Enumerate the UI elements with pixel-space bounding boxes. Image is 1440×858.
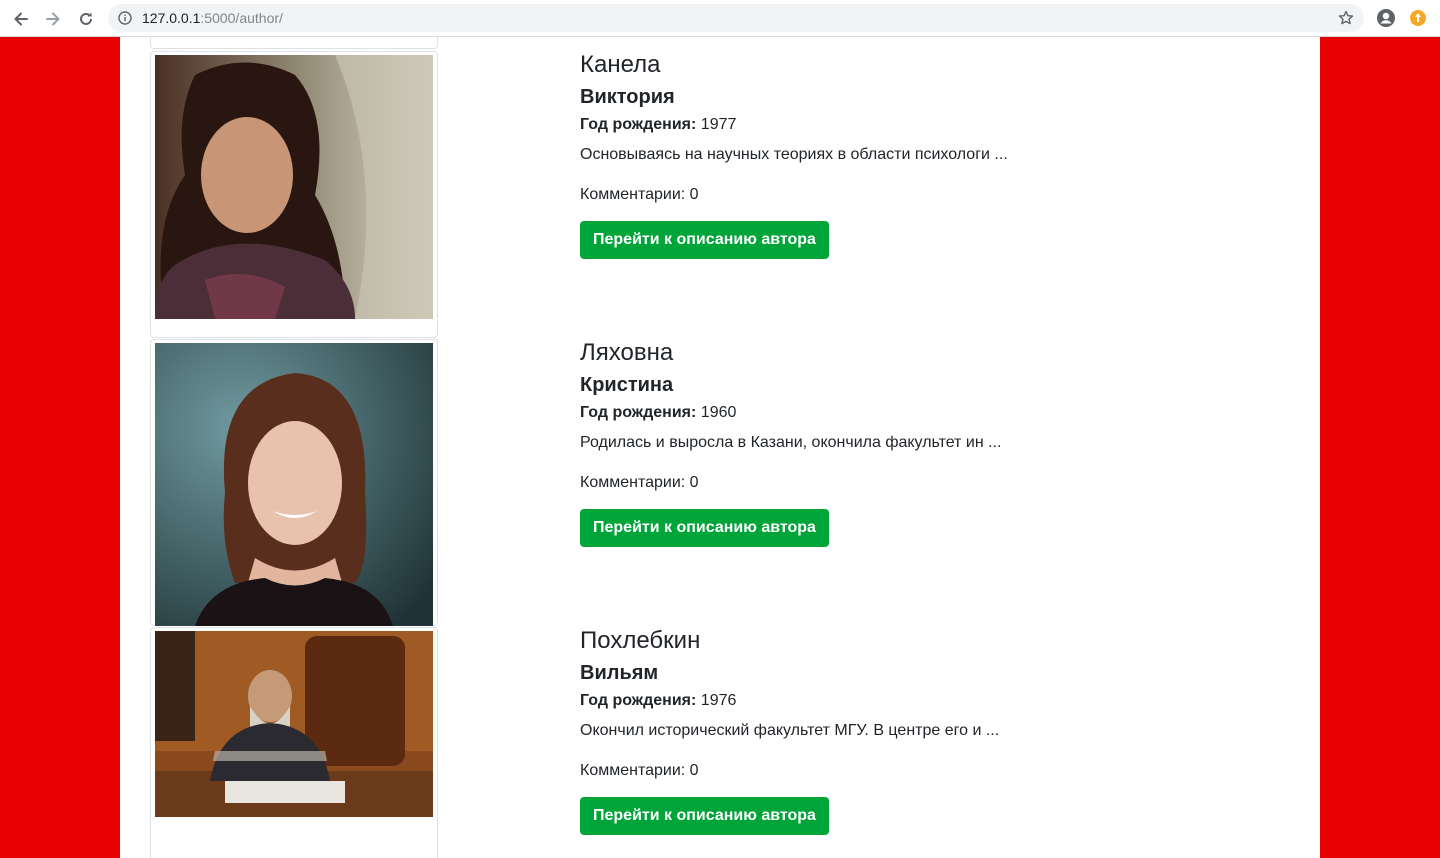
birth-year-value: 1976 <box>700 692 737 709</box>
author-birth-year: Год рождения: 1976 <box>580 691 1180 711</box>
author-photo <box>155 631 433 817</box>
author-info: Похлебкин Вильям Год рождения: 1976 Окон… <box>580 627 1180 835</box>
bookmark-star-icon[interactable] <box>1338 10 1354 31</box>
author-first-name: Виктория <box>580 86 675 108</box>
forward-button[interactable] <box>42 8 64 30</box>
page-side-left <box>0 37 120 858</box>
author-photo-card <box>150 339 438 626</box>
author-surname: Ляховна <box>580 339 674 366</box>
author-card-previous <box>150 37 438 49</box>
author-photo <box>155 343 433 626</box>
comments-label: Комментарии: <box>580 474 686 491</box>
birth-year-label: Год рождения: <box>580 692 697 709</box>
arrow-right-icon <box>46 12 60 26</box>
author-info: Канела Виктория Год рождения: 1977 Основ… <box>580 51 1180 259</box>
comments-count: 0 <box>689 186 699 203</box>
author-first-name: Вильям <box>580 662 659 684</box>
author-first-name: Кристина <box>580 374 674 396</box>
url-path: :5000/author/ <box>200 10 283 26</box>
birth-year-value: 1977 <box>700 116 737 133</box>
url-host: 127.0.0.1 <box>142 10 201 26</box>
author-surname: Похлебкин <box>580 627 701 654</box>
comments-count: 0 <box>689 762 699 779</box>
info-icon[interactable] <box>118 11 132 30</box>
view-author-button[interactable]: Перейти к описанию автора <box>580 221 829 259</box>
author-birth-year: Год рождения: 1977 <box>580 115 1180 135</box>
arrow-left-icon <box>14 12 28 26</box>
extension-icon[interactable] <box>1409 9 1427 32</box>
comments-label: Комментарии: <box>580 186 686 203</box>
comments-label: Комментарии: <box>580 762 686 779</box>
address-bar[interactable]: 127.0.0.1:5000/author/ <box>108 4 1364 32</box>
authors-list: Канела Виктория Год рождения: 1977 Основ… <box>120 37 1320 858</box>
author-birth-year: Год рождения: 1960 <box>580 403 1180 423</box>
browser-toolbar: 127.0.0.1:5000/author/ <box>0 0 1440 37</box>
view-author-button[interactable]: Перейти к описанию автора <box>580 797 829 835</box>
birth-year-label: Год рождения: <box>580 116 697 133</box>
reload-button[interactable] <box>75 8 97 30</box>
author-bio-excerpt: Основываясь на научных теориях в области… <box>580 146 1008 163</box>
back-button[interactable] <box>10 8 32 30</box>
author-photo-card <box>150 627 438 858</box>
comments-count: 0 <box>689 474 699 491</box>
profile-avatar-icon[interactable] <box>1376 8 1396 33</box>
author-comments: Комментарии: 0 <box>580 473 1180 493</box>
author-photo <box>155 55 433 319</box>
view-author-button[interactable]: Перейти к описанию автора <box>580 509 829 547</box>
author-surname: Канела <box>580 51 661 78</box>
author-photo-card <box>150 51 438 338</box>
author-comments: Комментарии: 0 <box>580 761 1180 781</box>
author-info: Ляховна Кристина Год рождения: 1960 Роди… <box>580 339 1180 547</box>
author-comments: Комментарии: 0 <box>580 185 1180 205</box>
author-bio-excerpt: Родилась и выросла в Казани, окончила фа… <box>580 434 1002 451</box>
author-bio-excerpt: Окончил исторический факультет МГУ. В це… <box>580 722 1000 739</box>
birth-year-label: Год рождения: <box>580 404 697 421</box>
page-side-right <box>1320 37 1440 858</box>
birth-year-value: 1960 <box>700 404 737 421</box>
reload-icon <box>80 12 92 25</box>
url-text[interactable]: 127.0.0.1:5000/author/ <box>142 10 283 26</box>
